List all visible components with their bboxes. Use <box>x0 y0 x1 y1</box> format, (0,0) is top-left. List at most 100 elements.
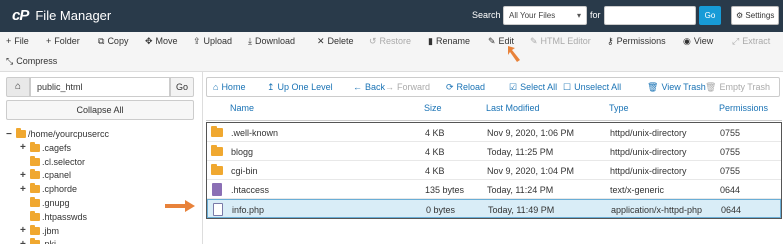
search-input[interactable] <box>604 6 696 25</box>
home-icon: ⌂ <box>14 81 22 92</box>
key-icon: ⚷ <box>607 36 614 46</box>
expand-icon[interactable]: + <box>20 225 30 236</box>
file-row[interactable]: blogg 4 KB Today, 11:25 PM httpd/unix-direc… <box>207 142 781 161</box>
file-perms-cell: 0755 <box>720 166 741 176</box>
nav-label: View Trash <box>661 82 706 92</box>
search-go-button[interactable]: Go <box>699 6 721 25</box>
folder-icon <box>30 238 40 244</box>
path-input[interactable]: public_html <box>30 77 170 97</box>
toolbar-view-button[interactable]: ◉ View <box>683 36 713 47</box>
nav-view-trash-button[interactable]: 🗑 View Trash <box>647 82 706 93</box>
toolbar-move-button[interactable]: ✥ Move <box>145 36 178 47</box>
file-name-cell: blogg <box>231 147 254 157</box>
toolbar-extract-button[interactable]: ⤢ Extract <box>732 36 770 47</box>
nav-label: Select All <box>520 82 558 92</box>
select-all-icon: ☑ <box>509 82 518 92</box>
expand-icon[interactable]: + <box>20 142 30 153</box>
toolbar-download-button[interactable]: ⤓ Download <box>248 36 295 47</box>
toolbar-label: HTML Editor <box>540 36 591 46</box>
expand-icon[interactable]: + <box>20 239 30 244</box>
collapse-all-button[interactable]: Collapse All <box>6 100 194 120</box>
tree-item[interactable]: + .cphorde <box>20 183 77 195</box>
toolbar-copy-button[interactable]: ⧉ Copy <box>98 36 128 47</box>
toolbar-label: View <box>693 36 714 46</box>
level-up-icon: ↥ <box>267 82 275 92</box>
tree-item[interactable]: + .cpanel <box>20 169 71 181</box>
file-perms-cell: 0644 <box>720 185 741 195</box>
search-label: Search <box>472 10 501 20</box>
app-title: File Manager <box>35 8 112 23</box>
file-row[interactable]: info.php 0 bytes Today, 11:49 PM applicatio… <box>207 199 781 218</box>
tree-item-label: .cpanel <box>42 170 72 181</box>
delete-icon: ✕ <box>317 36 325 46</box>
file-row[interactable]: cgi-bin 4 KB Nov 9, 2020, 1:04 PM httpd/uni… <box>207 161 781 180</box>
nav-label: Home <box>221 82 246 92</box>
download-icon: ⤓ <box>248 36 252 46</box>
toolbar-label: Compress <box>16 56 58 66</box>
folder-icon <box>211 126 223 137</box>
nav-label: Back <box>365 82 386 92</box>
brand: cP File Manager <box>12 7 111 24</box>
file-name-cell: .well-known <box>231 128 279 138</box>
toolbar-delete-button[interactable]: ✕ Delete <box>317 36 354 47</box>
path-go-button[interactable]: Go <box>170 77 194 97</box>
folder-icon <box>30 210 40 221</box>
toolbar-restore-button[interactable]: ↺ Restore <box>369 36 411 47</box>
collapse-icon[interactable]: − <box>6 129 16 140</box>
tree-item-label: .gnupg <box>42 198 70 208</box>
tree-item[interactable]: .cl.selector <box>20 155 85 168</box>
nav-up-one-level-button[interactable]: ↥ Up One Level <box>267 82 333 93</box>
tree-item-label: .pki <box>42 239 56 244</box>
html-editor-icon: ✎ <box>530 36 538 46</box>
eye-icon: ◉ <box>683 36 691 46</box>
folder-icon <box>30 183 40 194</box>
file-row[interactable]: .htaccess 135 bytes Today, 11:24 PM text/x-… <box>207 180 781 199</box>
expand-icon[interactable]: + <box>20 170 30 181</box>
nav-label: Forward <box>397 82 431 92</box>
toolbar-permissions-button[interactable]: ⚷ Permissions <box>607 36 666 47</box>
column-header-type[interactable]: Type <box>609 103 629 113</box>
tree-item[interactable]: − /home/yourcpusercc <box>6 128 109 140</box>
file-type-cell: httpd/unix-directory <box>610 166 687 176</box>
column-header-size[interactable]: Size <box>424 103 442 113</box>
toolbar-label: Permissions <box>616 36 666 46</box>
column-header-name[interactable]: Name <box>230 103 254 113</box>
nav-back-button[interactable]: ← Back <box>353 82 385 92</box>
file-perms-cell: 0755 <box>720 147 741 157</box>
toolbar-html-editor-button[interactable]: ✎ HTML Editor <box>530 36 591 47</box>
nav-home-button[interactable]: ⌂ Home <box>213 82 245 92</box>
toolbar-rename-button[interactable]: ▮ Rename <box>428 36 470 47</box>
folder-icon <box>16 128 26 138</box>
nav-unselect-all-button[interactable]: ☐ Unselect All <box>563 82 621 93</box>
settings-button[interactable]: ⚙ Settings <box>731 6 779 25</box>
toolbar-label: Restore <box>379 36 412 46</box>
tree-item[interactable]: + .pki <box>20 238 56 244</box>
expand-icon[interactable]: + <box>20 184 30 195</box>
tree-item-label: .htpasswds <box>42 211 88 222</box>
column-header-permissions[interactable]: Permissions <box>719 103 768 113</box>
tree-item[interactable]: + .jbm <box>20 224 59 237</box>
panel-splitter[interactable] <box>202 72 203 244</box>
nav-forward-button[interactable]: → Forward <box>385 82 430 92</box>
tree-item-label: .cphorde <box>42 184 78 195</box>
column-header-last-modified[interactable]: Last Modified <box>486 103 540 113</box>
search-scope-select[interactable]: All Your Files ▾ <box>503 6 587 25</box>
toolbar-upload-button[interactable]: ⇪ Upload <box>193 36 232 47</box>
home-directory-button[interactable]: ⌂ <box>6 77 30 97</box>
nav-empty-trash-button[interactable]: 🗑 Empty Trash <box>705 82 770 93</box>
tree-item[interactable]: .gnupg <box>20 197 70 209</box>
toolbar-folder-button[interactable]: + Folder <box>46 36 80 46</box>
file-name-cell: cgi-bin <box>231 166 258 176</box>
nav-select-all-button[interactable]: ☑ Select All <box>509 82 557 93</box>
folder-icon <box>211 164 223 175</box>
rename-icon: ▮ <box>428 36 433 46</box>
nav-reload-button[interactable]: ⟳ Reload <box>446 82 485 93</box>
header-divider <box>206 120 782 121</box>
tree-item[interactable]: .htpasswds <box>20 210 88 223</box>
file-row[interactable]: .well-known 4 KB Nov 9, 2020, 1:06 PM httpd… <box>207 123 781 142</box>
toolbar-compress-button[interactable]: ⤡ Compress <box>6 56 57 67</box>
toolbar-file-button[interactable]: + File <box>6 36 29 46</box>
tree-item[interactable]: + .cagefs <box>20 141 71 154</box>
toolbar-label: Delete <box>327 36 354 46</box>
file-perms-cell: 0644 <box>721 205 742 215</box>
